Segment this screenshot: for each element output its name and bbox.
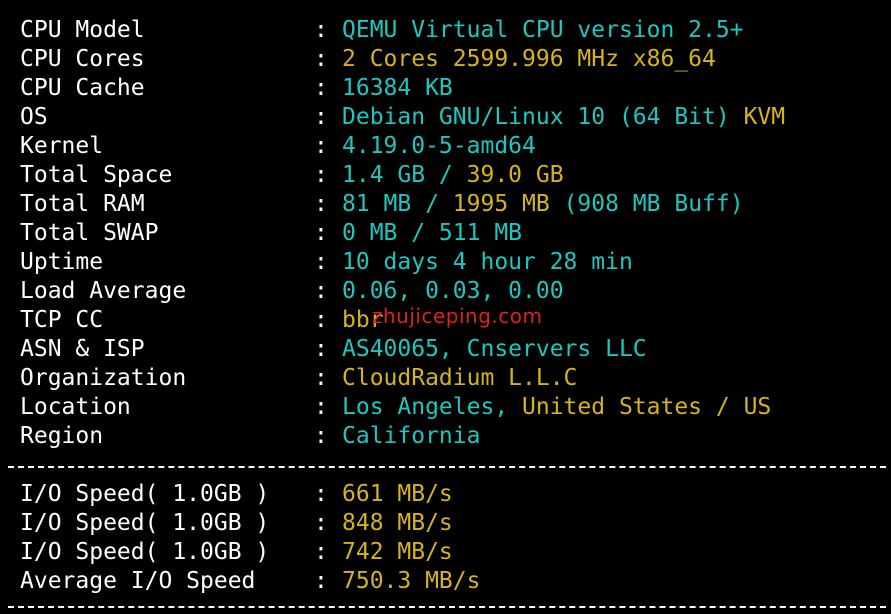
row-value: AS40065, Cnservers LLC bbox=[342, 336, 647, 362]
info-row: CPU Model: QEMU Virtual CPU version 2.5+ bbox=[20, 16, 744, 45]
info-row: Total RAM:81 MB / 1995 MB (908 MB Buff) bbox=[20, 190, 744, 219]
row-separator: : bbox=[314, 46, 328, 72]
row-label: OS bbox=[20, 104, 48, 130]
row-value: CloudRadium L.L.C bbox=[342, 365, 578, 391]
row-label: Load Average bbox=[20, 278, 187, 304]
row-value: 39.0 GB bbox=[466, 162, 564, 188]
info-row: Load Average:0.06, 0.03, 0.00 bbox=[20, 277, 564, 306]
info-row: Organization: CloudRadium L.L.C bbox=[20, 364, 577, 393]
row-label: I/O Speed( 1.0GB ) bbox=[20, 481, 270, 507]
row-value: 742 MB/s bbox=[342, 539, 453, 565]
row-value: 2 Cores 2599.996 MHz x86_64 bbox=[342, 46, 716, 72]
row-value: 0 MB / 511 MB bbox=[342, 220, 523, 246]
row-label: CPU Cache bbox=[20, 75, 145, 101]
row-separator: : bbox=[314, 568, 328, 594]
separator-line-bottom bbox=[8, 606, 886, 608]
row-value: Los Angeles, bbox=[342, 394, 523, 420]
row-separator: : bbox=[314, 481, 328, 507]
row-value: 16384 KB bbox=[342, 75, 453, 101]
row-separator: : bbox=[314, 278, 328, 304]
info-row: Kernel:4.19.0-5-amd64 bbox=[20, 132, 536, 161]
row-separator: : bbox=[314, 307, 328, 333]
row-value: Debian GNU/Linux 10 (64 Bit) bbox=[342, 104, 744, 130]
row-label: Uptime bbox=[20, 249, 104, 275]
info-row: OS: Debian GNU/Linux 10 (64 Bit) KVM bbox=[20, 103, 785, 132]
row-separator: : bbox=[314, 104, 328, 130]
row-label: I/O Speed( 1.0GB ) bbox=[20, 539, 270, 565]
row-label: Total RAM bbox=[20, 191, 145, 217]
row-value: 4.19.0-5-amd64 bbox=[342, 133, 536, 159]
io-speed-row: I/O Speed( 1.0GB ):661 MB/s bbox=[20, 480, 453, 509]
row-value: California bbox=[342, 423, 481, 449]
info-row: CPU Cache:16384 KB bbox=[20, 74, 453, 103]
row-label: Kernel bbox=[20, 133, 104, 159]
row-value: KVM bbox=[743, 104, 786, 130]
row-separator: : bbox=[314, 220, 328, 246]
watermark-text: zhujiceping.com bbox=[372, 304, 543, 328]
row-label: Location bbox=[20, 394, 131, 420]
row-separator: : bbox=[314, 423, 328, 449]
row-value: 1995 MB bbox=[452, 191, 550, 217]
row-value: 1.4 GB / bbox=[342, 162, 467, 188]
row-separator: : bbox=[314, 75, 328, 101]
row-label: Average I/O Speed bbox=[20, 568, 256, 594]
row-label: Total SWAP bbox=[20, 220, 159, 246]
row-separator: : bbox=[314, 510, 328, 536]
info-row: Location: Los Angeles, United States / US bbox=[20, 393, 771, 422]
info-row: TCP CC: bbr bbox=[20, 306, 384, 335]
info-row: Total SWAP:0 MB / 511 MB bbox=[20, 219, 522, 248]
row-label: CPU Cores bbox=[20, 46, 145, 72]
row-separator: : bbox=[314, 133, 328, 159]
row-label: Total Space bbox=[20, 162, 173, 188]
io-speed-row: Average I/O Speed:750.3 MB/s bbox=[20, 567, 480, 596]
io-speed-row: I/O Speed( 1.0GB ):848 MB/s bbox=[20, 509, 453, 538]
row-separator: : bbox=[314, 191, 328, 217]
row-value: 0.06, 0.03, 0.00 bbox=[342, 278, 564, 304]
row-value: 81 MB / bbox=[342, 191, 453, 217]
row-separator: : bbox=[314, 162, 328, 188]
row-value: 10 days 4 hour 28 min bbox=[342, 249, 633, 275]
row-label: I/O Speed( 1.0GB ) bbox=[20, 510, 270, 536]
row-separator: : bbox=[314, 394, 328, 420]
row-value: 750.3 MB/s bbox=[342, 568, 481, 594]
row-value: United States / US bbox=[522, 394, 772, 420]
row-separator: : bbox=[314, 539, 328, 565]
row-separator: : bbox=[314, 17, 328, 43]
row-separator: : bbox=[314, 336, 328, 362]
row-value: (908 MB Buff) bbox=[549, 191, 744, 217]
info-row: CPU Cores:2 Cores 2599.996 MHz x86_64 bbox=[20, 45, 716, 74]
separator-line-top bbox=[8, 466, 886, 468]
row-value: QEMU Virtual CPU version 2.5+ bbox=[342, 17, 744, 43]
row-label: CPU Model bbox=[20, 17, 145, 43]
row-separator: : bbox=[314, 365, 328, 391]
row-value: 848 MB/s bbox=[342, 510, 453, 536]
info-row: Uptime:10 days 4 hour 28 min bbox=[20, 248, 633, 277]
terminal-output: CPU Model: QEMU Virtual CPU version 2.5+ C… bbox=[0, 0, 891, 614]
row-label: Organization bbox=[20, 365, 187, 391]
row-separator: : bbox=[314, 249, 328, 275]
info-row: Region: California bbox=[20, 422, 480, 451]
row-label: ASN & ISP bbox=[20, 336, 145, 362]
row-label: TCP CC bbox=[20, 307, 104, 333]
row-label: Region bbox=[20, 423, 104, 449]
io-speed-row: I/O Speed( 1.0GB ):742 MB/s bbox=[20, 538, 453, 567]
info-row: Total Space:1.4 GB / 39.0 GB bbox=[20, 161, 564, 190]
info-row: ASN & ISP: AS40065, Cnservers LLC bbox=[20, 335, 647, 364]
row-value: 661 MB/s bbox=[342, 481, 453, 507]
